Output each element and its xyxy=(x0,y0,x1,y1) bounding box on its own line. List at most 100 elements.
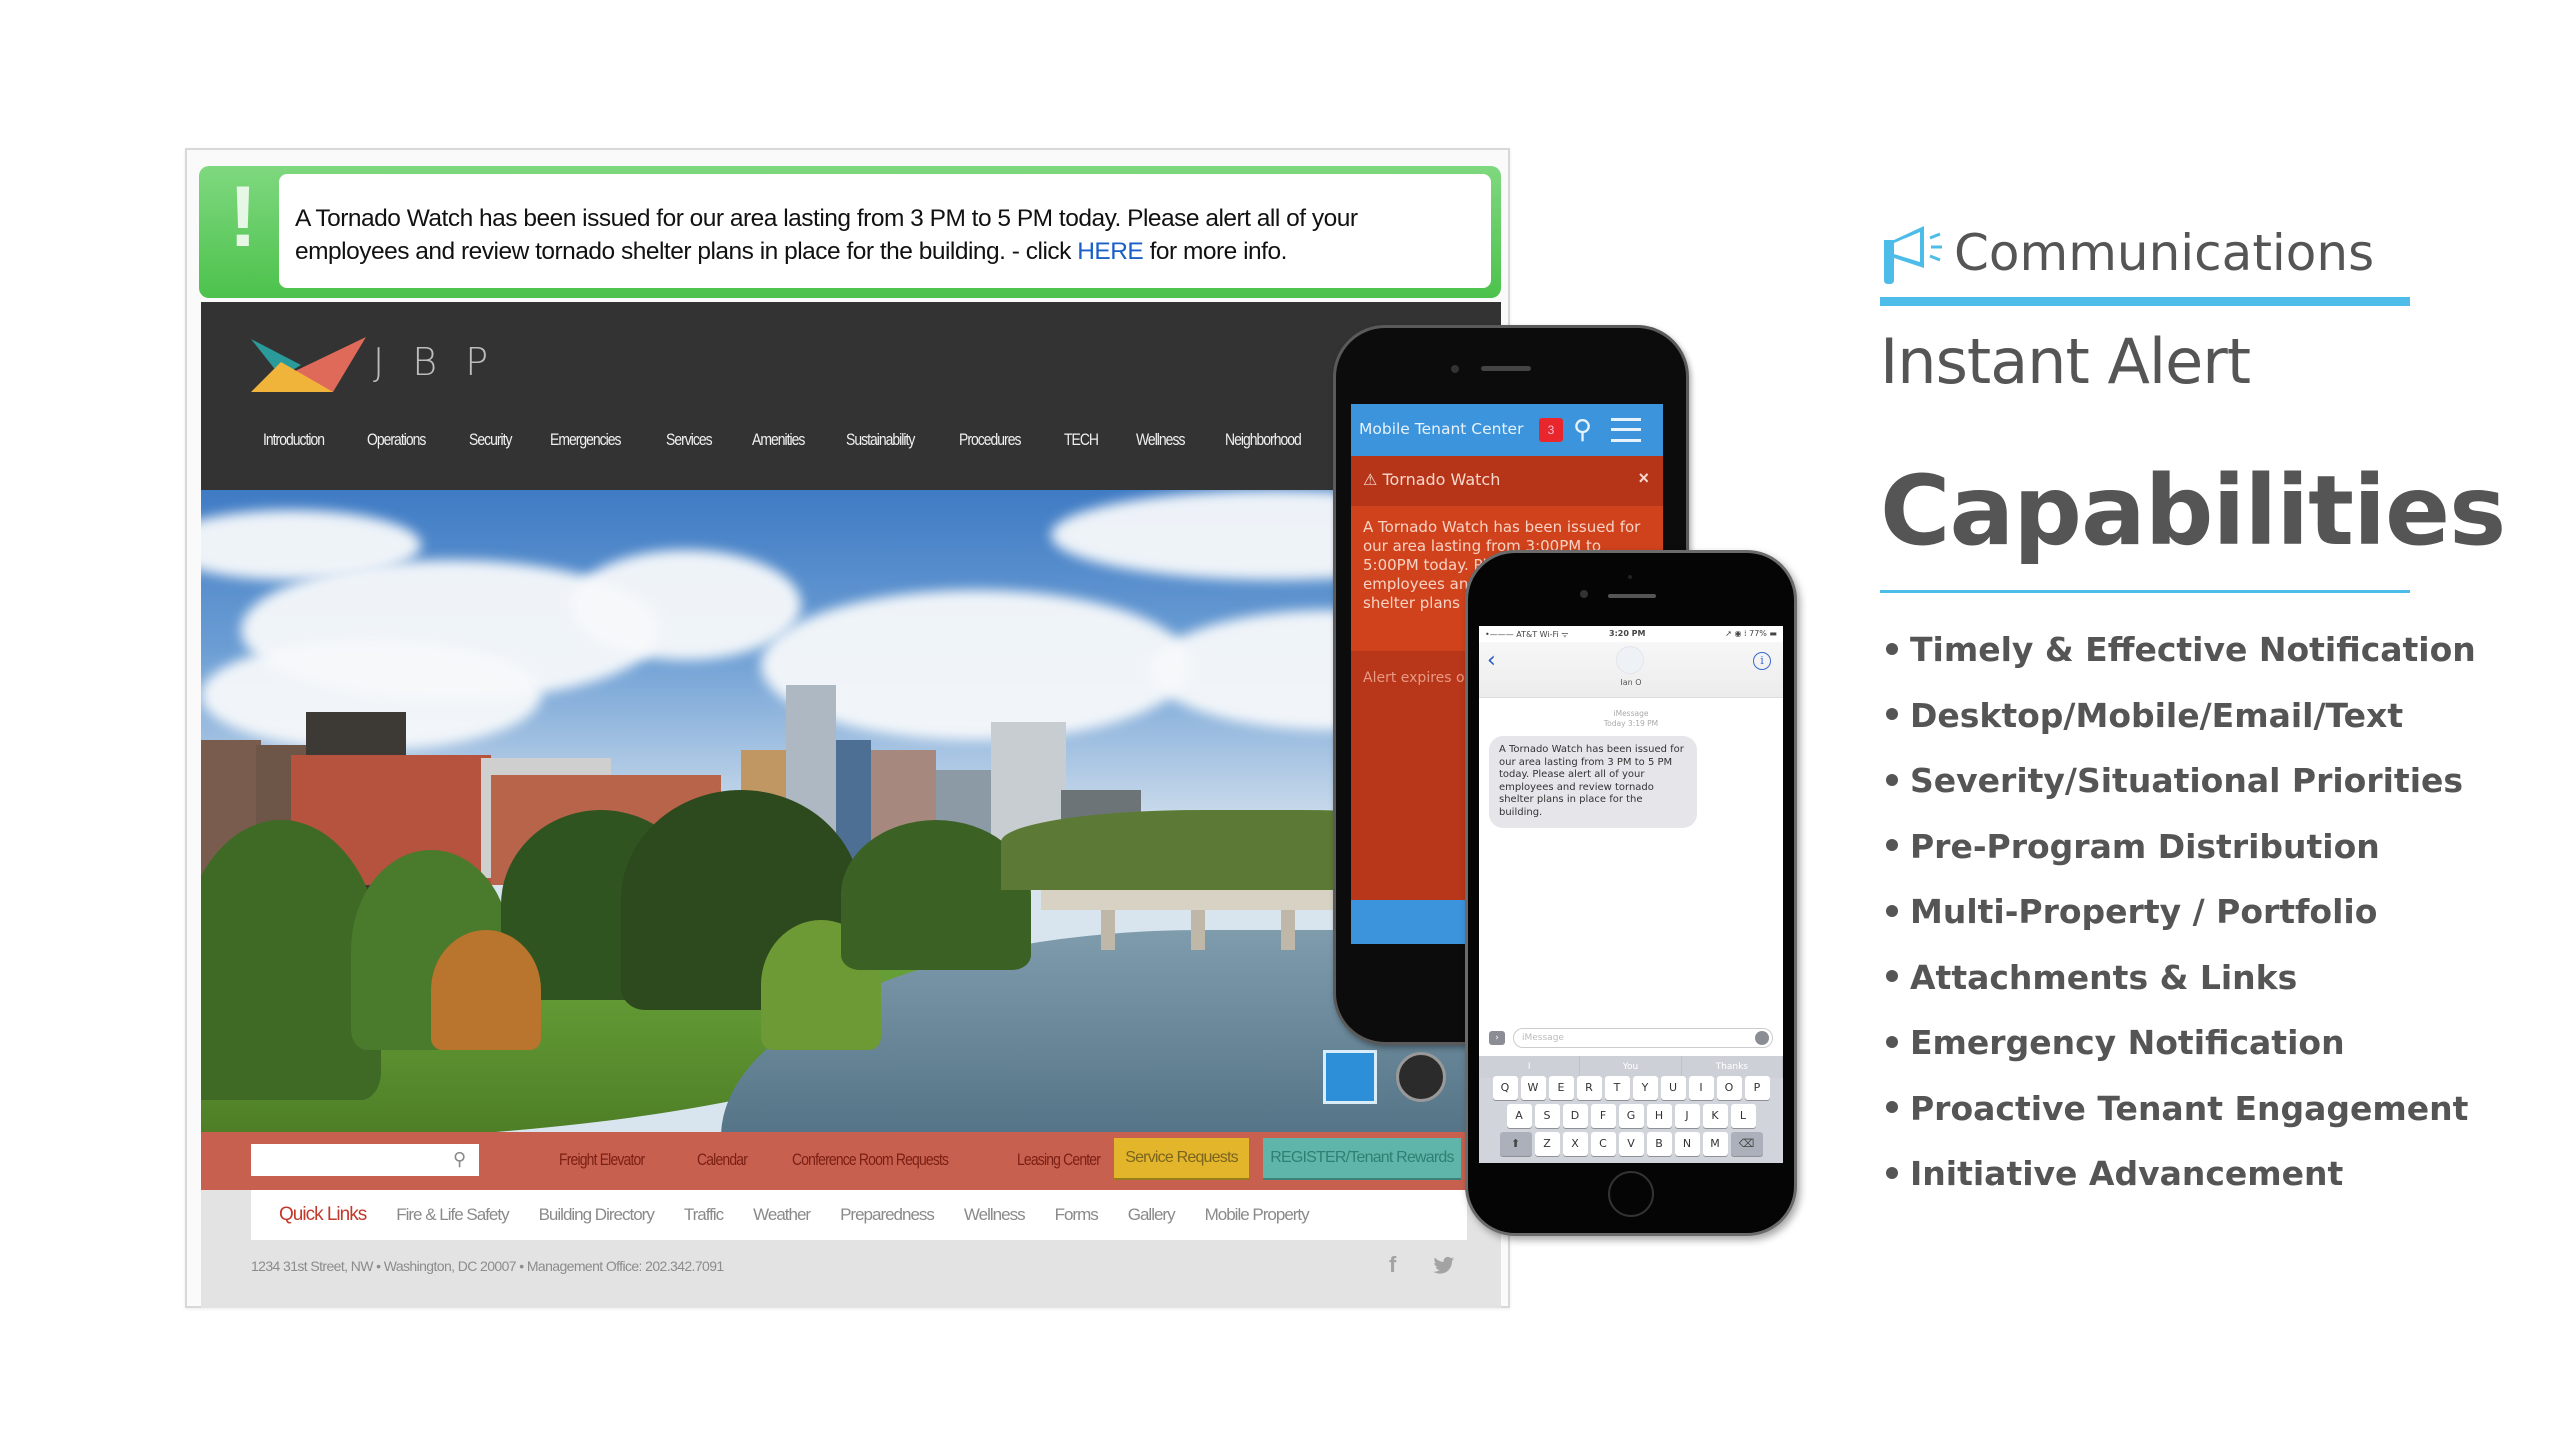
key-3[interactable]: C xyxy=(1590,1132,1616,1156)
key-0[interactable]: A xyxy=(1506,1104,1532,1128)
apps-icon[interactable]: › xyxy=(1489,1031,1505,1045)
nav-item-services[interactable]: Services xyxy=(666,430,713,450)
quick-link-fire-life-safety[interactable]: Fire & Life Safety xyxy=(396,1205,509,1225)
mobile-app-header: Mobile Tenant Center 3 ⚲ xyxy=(1351,404,1663,456)
list-item: Pre-Program Distribution xyxy=(1880,827,2476,893)
key-5[interactable]: Y xyxy=(1632,1076,1658,1100)
speaker-grille xyxy=(1481,366,1531,371)
site-header: J B P Introduction Operations Security E… xyxy=(201,302,1501,490)
search-icon[interactable]: ⚲ xyxy=(1573,414,1592,445)
key-3[interactable]: R xyxy=(1576,1076,1602,1100)
nav-item-neighborhood[interactable]: Neighborhood xyxy=(1225,430,1302,450)
contact-avatar[interactable] xyxy=(1616,646,1644,674)
utility-bar: ⚲ Freight Elevator Calendar Conference R… xyxy=(201,1132,1501,1190)
key-2[interactable]: X xyxy=(1562,1132,1588,1156)
nav-item-emergencies[interactable]: Emergencies xyxy=(550,430,622,450)
main-nav: Introduction Operations Security Emergen… xyxy=(263,430,1347,450)
register-tenant-rewards-button[interactable]: REGISTER/Tenant Rewards xyxy=(1263,1138,1461,1178)
quick-link-traffic[interactable]: Traffic xyxy=(684,1205,724,1225)
quick-link-weather[interactable]: Weather xyxy=(753,1205,811,1225)
key-8[interactable]: L xyxy=(1730,1104,1756,1128)
quick-link-building-directory[interactable]: Building Directory xyxy=(539,1205,655,1225)
nav-item-introduction[interactable]: Introduction xyxy=(263,430,325,450)
alert-expiry: Alert expires o xyxy=(1363,670,1465,686)
status-bar: •——— AT&T Wi-Fi ᯤ 3:20 PM ➚ ◉ ⁞ 77% ▬ xyxy=(1479,626,1783,642)
facebook-icon[interactable]: f xyxy=(1389,1252,1396,1278)
hamburger-menu-icon[interactable] xyxy=(1611,418,1641,442)
nav-item-sustainability[interactable]: Sustainability xyxy=(846,430,915,450)
keyboard-row-1: QWERTYUIOP xyxy=(1479,1076,1783,1100)
key-5[interactable]: B xyxy=(1646,1132,1672,1156)
key-1[interactable]: W xyxy=(1520,1076,1546,1100)
list-item: Proactive Tenant Engagement xyxy=(1880,1089,2476,1155)
key-0[interactable]: ⬆ xyxy=(1499,1132,1532,1156)
close-icon[interactable]: × xyxy=(1638,468,1649,489)
key-0[interactable]: Q xyxy=(1492,1076,1518,1100)
key-1[interactable]: S xyxy=(1534,1104,1560,1128)
nav-item-procedures[interactable]: Procedures xyxy=(959,430,1021,450)
nav-item-wellness[interactable]: Wellness xyxy=(1136,430,1185,450)
service-requests-button[interactable]: Service Requests xyxy=(1114,1138,1249,1178)
nav-item-operations[interactable]: Operations xyxy=(367,430,426,450)
search-icon[interactable]: ⚲ xyxy=(453,1149,471,1169)
camera-icon xyxy=(1451,365,1459,373)
link-conference-room-requests[interactable]: Conference Room Requests xyxy=(792,1150,949,1170)
suggestion[interactable]: You xyxy=(1580,1056,1682,1078)
key-1[interactable]: Z xyxy=(1534,1132,1560,1156)
key-6[interactable]: U xyxy=(1660,1076,1686,1100)
key-8[interactable]: ⌫ xyxy=(1730,1132,1763,1156)
camera-icon xyxy=(1580,590,1588,598)
key-7[interactable]: I xyxy=(1688,1076,1714,1100)
mobile-app-title: Mobile Tenant Center xyxy=(1359,420,1524,438)
sensor-dot xyxy=(1628,575,1632,579)
info-icon[interactable]: i xyxy=(1753,652,1771,670)
messages-nav-bar: ‹ Ian O i xyxy=(1479,642,1783,698)
key-4[interactable]: G xyxy=(1618,1104,1644,1128)
alert-header: ⚠ Tornado Watch × xyxy=(1351,456,1663,506)
subtitle: Instant Alert xyxy=(1880,325,2251,398)
notification-badge[interactable]: 3 xyxy=(1539,418,1563,442)
key-4[interactable]: T xyxy=(1604,1076,1630,1100)
key-3[interactable]: F xyxy=(1590,1104,1616,1128)
suggestion[interactable]: I xyxy=(1479,1056,1581,1078)
key-8[interactable]: O xyxy=(1716,1076,1742,1100)
suggestion[interactable]: Thanks xyxy=(1682,1056,1783,1078)
alert-message: A Tornado Watch has been issued for our … xyxy=(279,174,1491,288)
link-leasing-center[interactable]: Leasing Center xyxy=(1017,1150,1101,1170)
quick-link-forms[interactable]: Forms xyxy=(1055,1205,1099,1225)
key-4[interactable]: V xyxy=(1618,1132,1644,1156)
bridge-pillar xyxy=(1101,910,1115,950)
key-6[interactable]: J xyxy=(1674,1104,1700,1128)
key-2[interactable]: E xyxy=(1548,1076,1574,1100)
quick-link-preparedness[interactable]: Preparedness xyxy=(840,1205,935,1225)
key-7[interactable]: K xyxy=(1702,1104,1728,1128)
microphone-icon[interactable] xyxy=(1755,1031,1769,1045)
home-button[interactable] xyxy=(1608,1171,1654,1217)
nav-item-security[interactable]: Security xyxy=(469,430,512,450)
key-9[interactable]: P xyxy=(1744,1076,1770,1100)
link-freight-elevator[interactable]: Freight Elevator xyxy=(559,1150,645,1170)
quick-links-bar: Quick Links Fire & Life Safety Building … xyxy=(251,1190,1467,1240)
list-item: Desktop/Mobile/Email/Text xyxy=(1880,696,2476,762)
nav-item-amenities[interactable]: Amenities xyxy=(752,430,805,450)
battery-status: ➚ ◉ ⁞ 77% ▬ xyxy=(1725,629,1777,638)
key-7[interactable]: M xyxy=(1702,1132,1728,1156)
quick-link-gallery[interactable]: Gallery xyxy=(1128,1205,1176,1225)
twitter-icon[interactable] xyxy=(1433,1256,1455,1276)
logo-text: J B P xyxy=(373,340,497,384)
key-5[interactable]: H xyxy=(1646,1104,1672,1128)
speaker-grille xyxy=(1608,594,1656,598)
link-calendar[interactable]: Calendar xyxy=(697,1150,748,1170)
back-chevron-icon[interactable]: ‹ xyxy=(1487,648,1496,673)
quick-link-wellness[interactable]: Wellness xyxy=(964,1205,1026,1225)
nav-item-tech[interactable]: TECH xyxy=(1064,430,1099,450)
key-6[interactable]: N xyxy=(1674,1132,1700,1156)
quick-link-mobile-property[interactable]: Mobile Property xyxy=(1205,1205,1310,1225)
alert-here-link[interactable]: HERE xyxy=(1077,238,1144,265)
site-search-input[interactable]: ⚲ xyxy=(251,1144,479,1176)
message-bubble: A Tornado Watch has been issued for our … xyxy=(1489,736,1697,828)
jbp-logo-icon[interactable] xyxy=(251,337,366,392)
alert-title: ⚠ Tornado Watch xyxy=(1363,470,1501,489)
message-input[interactable]: iMessage xyxy=(1513,1028,1773,1048)
key-2[interactable]: D xyxy=(1562,1104,1588,1128)
